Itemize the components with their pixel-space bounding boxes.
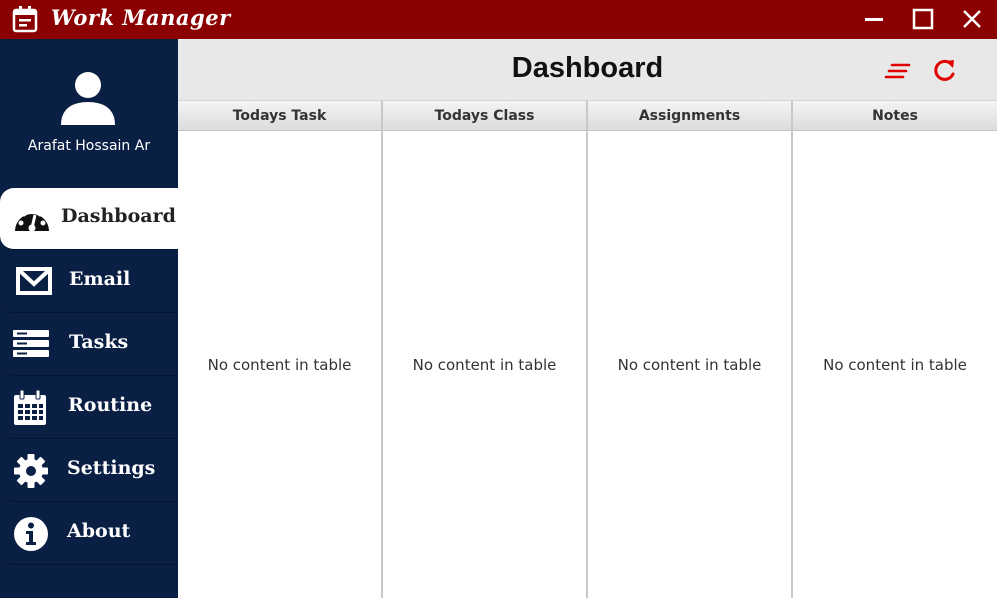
sidebar-item-email[interactable]: Email [0,251,178,313]
mail-icon [16,266,54,302]
table-empty-placeholder: No content in table [617,356,762,374]
calendar-icon [13,389,51,426]
minimize-button[interactable] [861,6,887,32]
gear-icon [13,453,51,489]
sidebar-item-label: About [67,520,131,542]
table-column-header[interactable]: Notes [793,100,997,131]
sidebar-item-settings[interactable]: Settings [0,440,178,502]
sidebar-item-label: Dashboard [61,205,176,227]
table-empty-placeholder: No content in table [823,356,967,374]
table-column-header[interactable]: Assignments [588,100,791,131]
table-notes[interactable]: Notes No content in table [793,100,997,598]
sidebar: Arafat Hossain Ar Dashboard Email Tasks … [0,39,178,598]
menu-lines-icon[interactable] [884,57,912,85]
sidebar-item-tasks[interactable]: Tasks [0,314,178,376]
main-content: Dashboard Todays Task No content in tabl… [178,39,997,598]
app-title: Work Manager [51,5,231,30]
sidebar-item-label: Settings [67,457,156,479]
table-todays-class[interactable]: Todays Class No content in table [383,100,588,598]
dashboard-gauge-icon [13,201,51,237]
user-name: Arafat Hossain Ar [27,138,151,154]
tasks-icon [13,329,51,365]
close-button[interactable] [959,6,985,32]
info-icon [13,516,51,552]
table-empty-placeholder: No content in table [207,356,352,374]
sidebar-item-about[interactable]: About [0,503,178,565]
sidebar-item-label: Email [69,268,131,290]
dashboard-header: Dashboard [178,39,997,100]
dashboard-tables: Todays Task No content in table Todays C… [178,100,997,598]
refresh-icon[interactable] [930,57,958,85]
table-empty-placeholder: No content in table [412,356,557,374]
sidebar-item-dashboard[interactable]: Dashboard [0,188,178,250]
sidebar-item-label: Routine [68,394,153,416]
table-assignments[interactable]: Assignments No content in table [588,100,793,598]
sidebar-item-routine[interactable]: Routine [0,377,178,439]
maximize-button[interactable] [910,6,936,32]
app-calendar-icon [11,5,39,33]
user-avatar-icon [60,71,116,127]
table-todays-task[interactable]: Todays Task No content in table [178,100,383,598]
table-column-header[interactable]: Todays Task [178,100,381,131]
table-column-header[interactable]: Todays Class [383,100,586,131]
page-title: Dashboard [511,52,664,84]
title-bar[interactable]: Work Manager [0,0,997,39]
sidebar-item-label: Tasks [69,331,129,353]
